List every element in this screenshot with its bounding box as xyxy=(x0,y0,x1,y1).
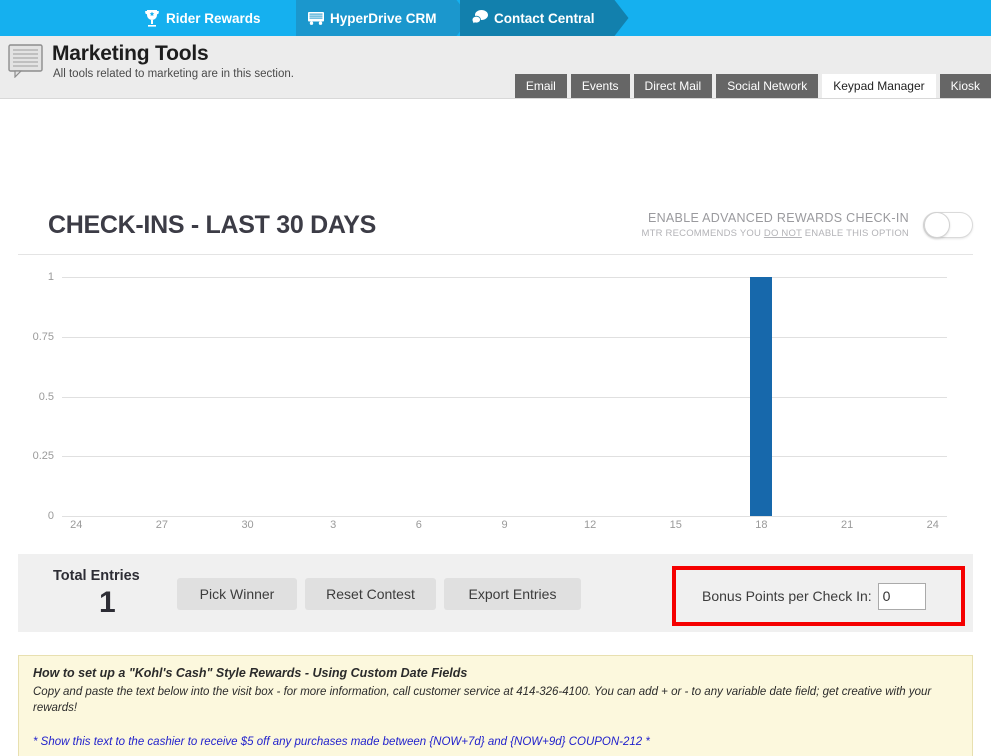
tab-keypad-manager[interactable]: Keypad Manager xyxy=(822,74,936,98)
reset-contest-button[interactable]: Reset Contest xyxy=(305,578,436,610)
truck-icon xyxy=(306,8,326,28)
tab-kiosk[interactable]: Kiosk xyxy=(939,74,991,98)
tab-events[interactable]: Events xyxy=(570,74,630,98)
nav-tab-label: Contact Central xyxy=(494,10,595,26)
rewards-help-info-box: How to set up a "Kohl's Cash" Style Rewa… xyxy=(18,655,973,756)
bonus-points-highlight-box: Bonus Points per Check In: xyxy=(672,566,965,626)
chart-bar[interactable] xyxy=(750,277,773,516)
chart-y-tick: 0.25 xyxy=(10,450,54,468)
toggle-knob xyxy=(924,212,950,238)
chart-y-tick-label: 1 xyxy=(47,271,54,283)
chart-x-tick-label: 6 xyxy=(415,519,422,531)
checkins-bar-chart: 0 0.25 0.5 0.75 1 24 27 30 3 6 9 12 15 18 21 24 xyxy=(0,264,991,549)
section-tab-strip: Email Events Direct Mail Social Network … xyxy=(514,74,991,98)
chart-gridline xyxy=(62,516,947,517)
chart-y-tick: 0.75 xyxy=(10,331,54,349)
chart-x-tick-label: 30 xyxy=(241,519,254,531)
chart-x-tick-label: 3 xyxy=(330,519,337,531)
advanced-sub-prefix: MTR RECOMMENDS YOU xyxy=(641,228,764,239)
chart-y-tick: 0 xyxy=(10,510,54,528)
trophy-icon xyxy=(142,8,162,28)
bonus-points-label: Bonus Points per Check In: xyxy=(702,588,872,604)
advanced-sub-suffix: ENABLE THIS OPTION xyxy=(801,228,909,239)
chart-y-tick-label: 0 xyxy=(47,510,54,522)
info-box-coupon-sample[interactable]: * Show this text to the cashier to recei… xyxy=(33,736,958,748)
header-divider xyxy=(18,254,973,255)
tab-social-network[interactable]: Social Network xyxy=(716,74,819,98)
page-subtitle: All tools related to marketing are in th… xyxy=(53,68,294,80)
nav-tab-contact-central[interactable]: Contact Central xyxy=(460,0,629,36)
chart-x-tick-label: 18 xyxy=(755,519,768,531)
chart-y-tick-label: 0.75 xyxy=(32,330,54,343)
advanced-rewards-title: ENABLE ADVANCED REWARDS CHECK-IN xyxy=(647,211,909,225)
total-entries-value: 1 xyxy=(99,586,116,619)
advanced-rewards-text: ENABLE ADVANCED REWARDS CHECK-IN MTR REC… xyxy=(642,211,909,239)
advanced-sub-emphasis: DO NOT xyxy=(763,228,802,239)
nav-tab-label: Rider Rewards xyxy=(166,10,261,26)
advanced-rewards-checkin-control: ENABLE ADVANCED REWARDS CHECK-IN MTR REC… xyxy=(642,211,973,239)
bonus-points-input[interactable] xyxy=(877,582,926,610)
chart-x-tick-label: 21 xyxy=(840,519,854,531)
page-title: Marketing Tools xyxy=(52,42,209,65)
bonus-points-row: Bonus Points per Check In: xyxy=(676,570,961,622)
chart-y-tick-label: 0.25 xyxy=(32,450,54,463)
chart-y-tick: 1 xyxy=(10,271,54,289)
chart-gridline xyxy=(62,277,947,278)
chart-x-tick-label: 9 xyxy=(501,519,508,531)
advanced-rewards-subtitle: MTR RECOMMENDS YOU DO NOT ENABLE THIS OP… xyxy=(642,228,909,239)
tab-email[interactable]: Email xyxy=(514,74,567,98)
chart-x-tick-label: 27 xyxy=(155,519,169,531)
total-entries-label: Total Entries xyxy=(53,568,140,584)
nav-tab-label: HyperDrive CRM xyxy=(330,10,437,26)
speech-bubble-icon xyxy=(470,8,490,28)
export-entries-button[interactable]: Export Entries xyxy=(444,578,581,610)
chart-x-tick-label: 24 xyxy=(926,519,939,531)
advanced-rewards-toggle[interactable] xyxy=(923,212,973,238)
chart-gridline xyxy=(62,396,947,398)
chart-title: CHECK-INS - LAST 30 DAYS xyxy=(48,211,377,239)
nav-tab-hyperdrive-crm[interactable]: HyperDrive CRM xyxy=(296,0,471,36)
chart-y-tick-label: 0.5 xyxy=(38,390,54,403)
tab-direct-mail[interactable]: Direct Mail xyxy=(633,74,713,98)
chart-y-tick: 0.5 xyxy=(10,391,54,409)
notes-bubble-icon xyxy=(8,44,46,79)
chart-x-tick-label: 15 xyxy=(669,519,682,531)
chart-x-tick-label: 12 xyxy=(584,519,597,531)
pick-winner-button[interactable]: Pick Winner xyxy=(177,578,297,610)
nav-tab-rider-rewards[interactable]: Rider Rewards xyxy=(132,0,301,36)
chart-gridline xyxy=(62,336,947,338)
chart-gridline xyxy=(62,456,947,458)
page-header: Marketing Tools All tools related to mar… xyxy=(0,36,991,99)
chart-x-tick-label: 24 xyxy=(70,519,83,531)
top-navigation-bar: Rider Rewards HyperDrive CRM Contact Cen… xyxy=(0,0,991,36)
info-box-title: How to set up a "Kohl's Cash" Style Rewa… xyxy=(33,666,468,680)
info-box-body: Copy and paste the text below into the v… xyxy=(33,686,932,714)
